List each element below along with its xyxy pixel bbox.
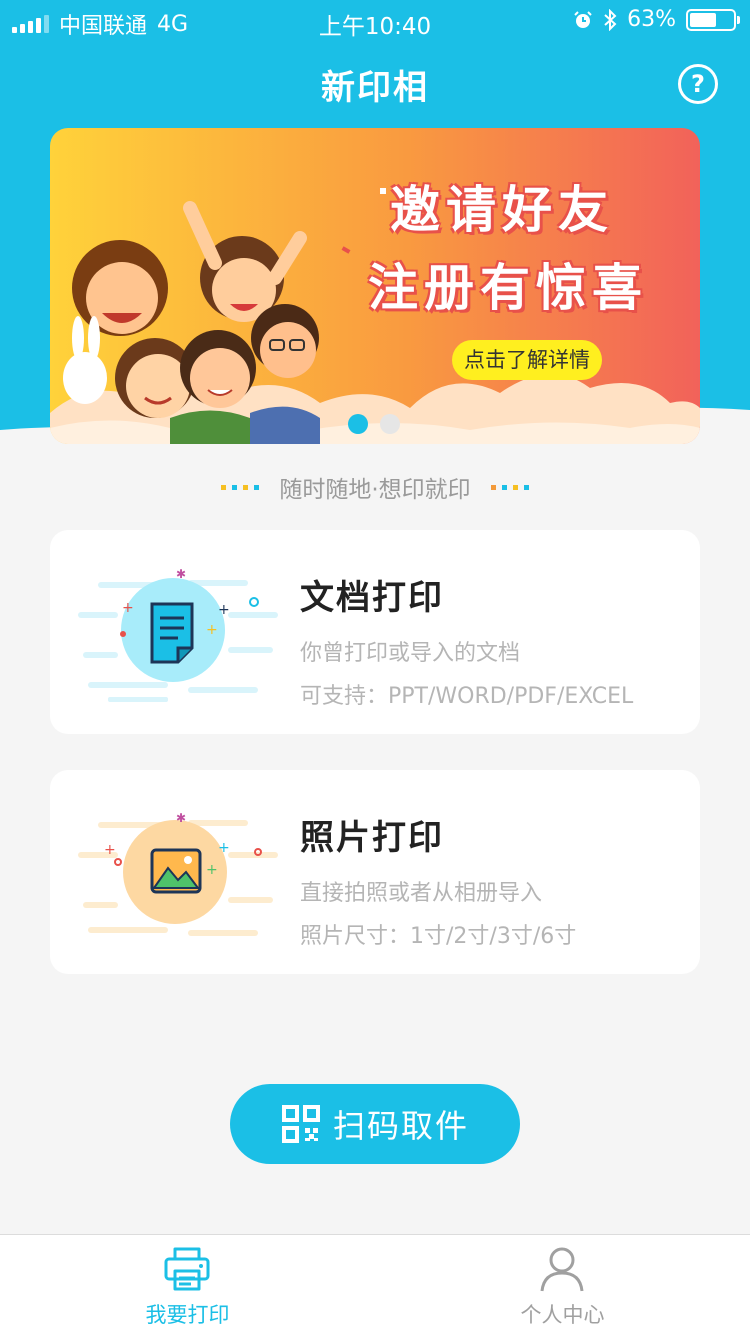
promo-banner[interactable]: 邀请好友 注册有惊喜 点击了解详情 <box>50 128 700 444</box>
battery-icon <box>686 8 740 31</box>
photo-print-card[interactable]: + + + ✱ 照片打印 直接拍照或者从相册导入 照片尺寸：1寸/2寸/3寸/6… <box>50 770 700 974</box>
slogan-row: 随时随地·想印就印 <box>0 470 750 504</box>
svg-text:+: + <box>206 862 218 878</box>
tab-print-label: 我要打印 <box>145 1303 230 1327</box>
alarm-icon <box>574 10 592 28</box>
banner-title-line2: 注册有惊喜 <box>368 259 648 317</box>
banner-title-line1: 邀请好友 <box>390 181 614 239</box>
confetti-decoration-right <box>490 484 529 490</box>
tab-profile[interactable]: 个人中心 <box>375 1235 750 1334</box>
svg-text:+: + <box>104 842 116 858</box>
svg-text:✱: ✱ <box>176 811 186 825</box>
pagination-dot[interactable] <box>380 414 400 434</box>
card-photo-sizes: 照片尺寸：1寸/2寸/3寸/6寸 <box>300 924 577 949</box>
pagination-dot[interactable] <box>348 414 368 434</box>
svg-text:+: + <box>122 600 134 616</box>
svg-text:✱: ✱ <box>176 567 186 581</box>
card-supported-formats: 可支持：PPT/WORD/PDF/EXCEL <box>300 684 634 709</box>
user-icon <box>540 1247 584 1292</box>
photo-icon: + + + ✱ <box>78 811 278 936</box>
card-description: 你曾打印或导入的文档 <box>300 641 521 666</box>
svg-text:+: + <box>218 840 230 856</box>
document-print-card[interactable]: + + + ✱ 文档打印 你曾打印或导入的文档 可支持：PPT/WORD/PDF… <box>50 530 700 734</box>
qr-code-icon <box>281 1105 320 1143</box>
page-title: 新印相 <box>321 68 429 108</box>
svg-text:+: + <box>218 602 230 618</box>
tab-profile-label: 个人中心 <box>520 1303 605 1327</box>
confetti-decoration-left <box>221 484 260 490</box>
svg-text:+: + <box>206 622 218 638</box>
document-icon: + + + ✱ <box>78 567 278 702</box>
tab-print[interactable]: 我要打印 <box>0 1235 375 1334</box>
printer-icon <box>164 1247 210 1291</box>
card-description: 直接拍照或者从相册导入 <box>300 881 543 906</box>
slogan-text: 随时随地·想印就印 <box>279 477 471 503</box>
question-circle-icon: ? <box>691 70 705 98</box>
scan-button-label: 扫码取件 <box>332 1107 469 1145</box>
battery-percent: 63% <box>627 7 676 32</box>
card-title: 文档打印 <box>300 578 444 618</box>
card-title: 照片打印 <box>300 818 444 858</box>
status-bar: 中国联通 4G 上午10:40 63% <box>0 0 750 40</box>
help-button[interactable]: ? <box>678 64 718 104</box>
banner-pagination <box>348 414 400 434</box>
banner-details-button[interactable]: 点击了解详情 <box>452 340 602 380</box>
scan-pickup-button[interactable]: 扫码取件 <box>230 1084 520 1164</box>
bluetooth-icon <box>604 8 617 31</box>
tab-bar: 我要打印 个人中心 <box>0 1234 750 1334</box>
